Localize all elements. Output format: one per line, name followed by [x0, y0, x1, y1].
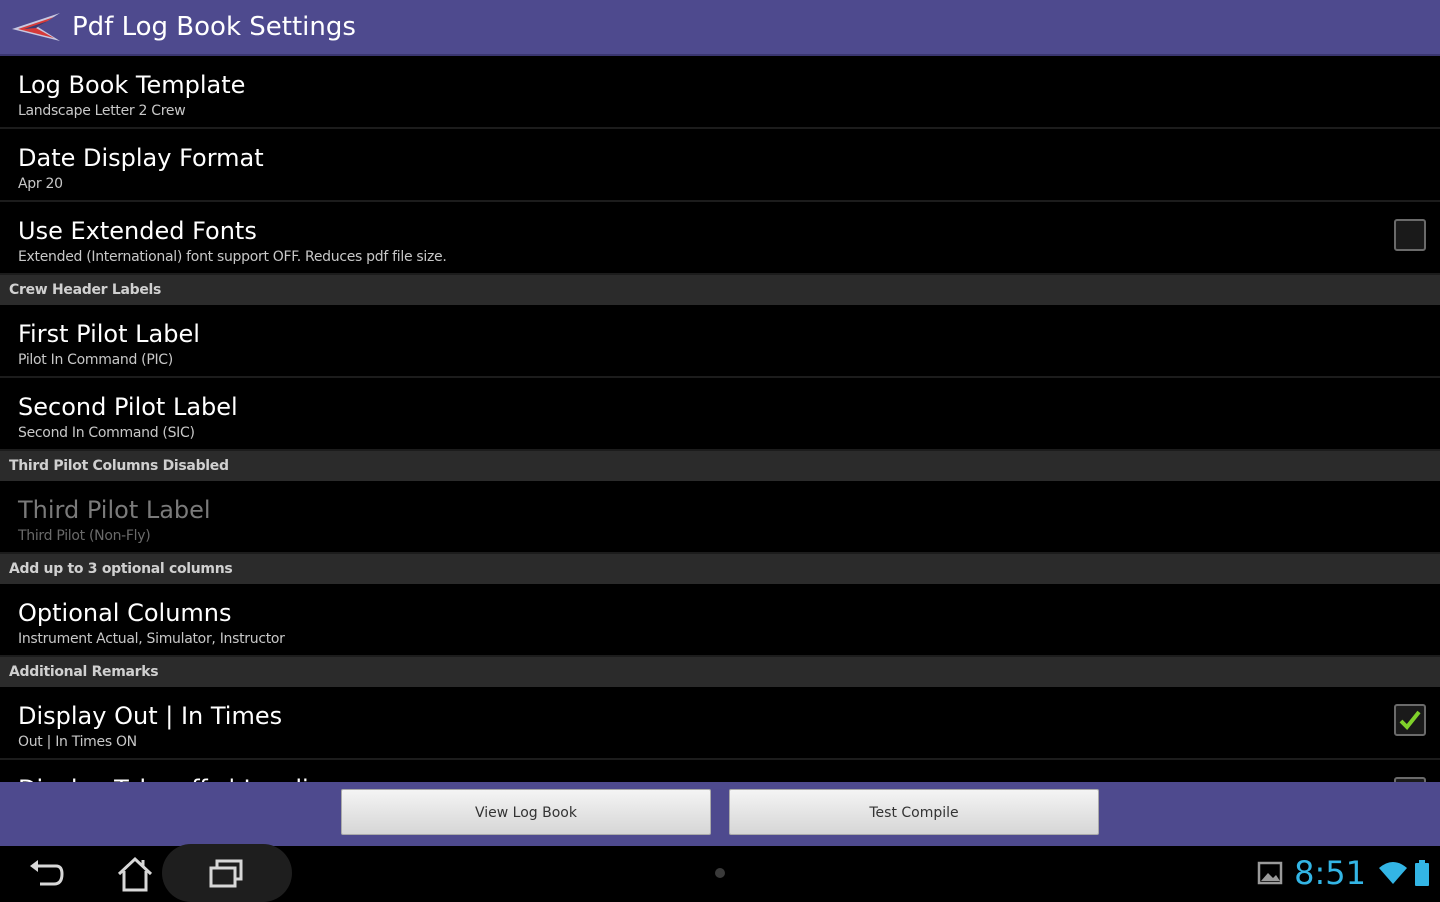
pref-item-second-pilot-label[interactable]: Second Pilot Label Second In Command (SIC…: [0, 378, 1440, 451]
pref-item-date-display-format[interactable]: Date Display Format Apr 20: [0, 129, 1440, 202]
status-clock: 8:51: [1294, 854, 1366, 892]
pref-summary: Apr 20: [18, 176, 63, 192]
page-title: Pdf Log Book Settings: [72, 12, 356, 42]
pref-summary: Extended (International) font support OF…: [18, 249, 447, 265]
pref-title: First Pilot Label: [18, 320, 200, 348]
checkbox-unchecked[interactable]: [1394, 219, 1426, 251]
button-bar: View Log Book Test Compile: [0, 782, 1440, 846]
pref-title: Date Display Format: [18, 144, 264, 172]
app-logo-icon[interactable]: [8, 7, 64, 47]
pref-title: Display Out | In Times: [18, 702, 283, 730]
page-indicator-dot: [715, 868, 725, 878]
pref-summary: Landscape Letter 2 Crew: [18, 103, 186, 119]
battery-icon: [1415, 860, 1429, 886]
pref-title: Third Pilot Label: [18, 496, 211, 524]
pref-item-use-extended-fonts[interactable]: Use Extended Fonts Extended (Internationa…: [0, 202, 1440, 275]
pref-summary: Out | In Times ON: [18, 734, 137, 750]
pref-summary: Instrument Actual, Simulator, Instructor: [18, 631, 285, 647]
pref-item-first-pilot-label[interactable]: First Pilot Label Pilot In Command (PIC): [0, 305, 1440, 378]
pref-title: Optional Columns: [18, 599, 232, 627]
pref-title: Display Take-offs | Landings: [18, 774, 1440, 782]
pref-title: Use Extended Fonts: [18, 217, 257, 245]
pref-item-log-book-template[interactable]: Log Book Template Landscape Letter 2 Crew: [0, 56, 1440, 129]
home-button[interactable]: [95, 850, 175, 898]
pref-summary: Second In Command (SIC): [18, 425, 195, 441]
category-header-third-pilot-columns-disabled: Third Pilot Columns Disabled: [0, 451, 1440, 481]
action-bar: Pdf Log Book Settings: [0, 0, 1440, 56]
gallery-icon: [1257, 861, 1283, 885]
category-header-crew-header-labels: Crew Header Labels: [0, 275, 1440, 305]
pref-item-third-pilot-label: Third Pilot Label Third Pilot (Non-Fly): [0, 481, 1440, 554]
pref-title: Log Book Template: [18, 71, 246, 99]
category-header-additional-remarks: Additional Remarks: [0, 657, 1440, 687]
view-log-book-button[interactable]: View Log Book: [341, 789, 711, 835]
recent-apps-icon: [209, 859, 243, 888]
back-icon: [30, 860, 64, 886]
checkmark-icon: [1399, 710, 1421, 730]
wifi-icon: [1379, 862, 1407, 884]
checkbox-checked[interactable]: [1394, 704, 1426, 736]
pref-summary: Third Pilot (Non-Fly): [18, 528, 151, 544]
pref-title: Second Pilot Label: [18, 393, 238, 421]
recent-apps-button[interactable]: [186, 850, 266, 898]
status-area[interactable]: 8:51: [1256, 846, 1430, 900]
category-header-add-up-to-3-optional-columns: Add up to 3 optional columns: [0, 554, 1440, 584]
pref-item-display-out-in-times[interactable]: Display Out | In Times Out | In Times ON: [0, 687, 1440, 760]
back-button[interactable]: [6, 850, 86, 898]
test-compile-button[interactable]: Test Compile: [729, 789, 1099, 835]
pref-summary: Pilot In Command (PIC): [18, 352, 173, 368]
home-icon: [117, 856, 153, 892]
pref-item-optional-columns[interactable]: Optional Columns Instrument Actual, Simul…: [0, 584, 1440, 657]
pref-item-display-take-offs-landings[interactable]: Display Take-offs | Landings: [0, 760, 1440, 782]
system-nav-bar: 8:51: [0, 844, 1440, 902]
preference-list[interactable]: Log Book Template Landscape Letter 2 Crew…: [0, 56, 1440, 782]
